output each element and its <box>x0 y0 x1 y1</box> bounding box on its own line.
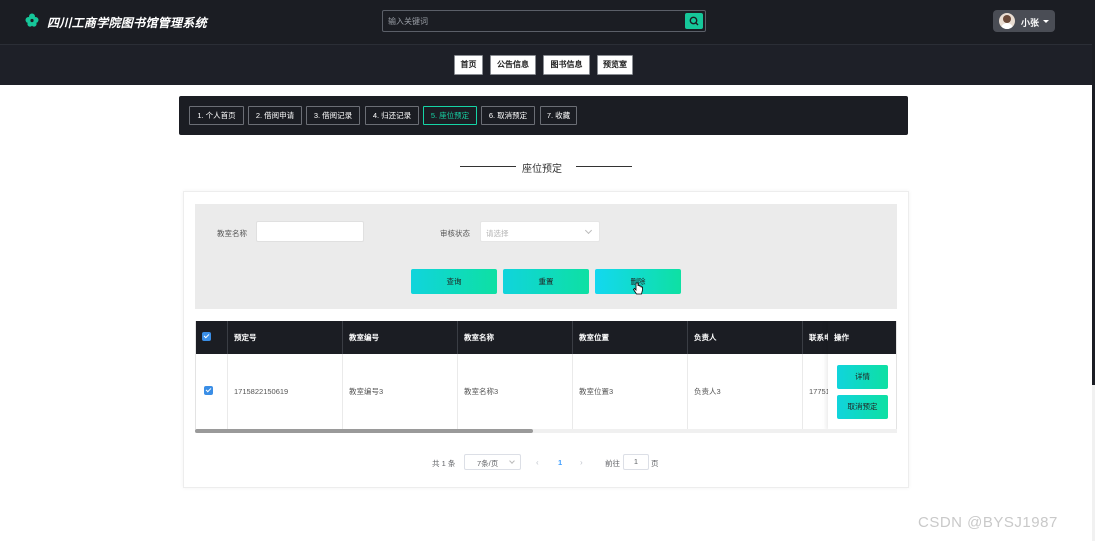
nav-home[interactable]: 首页 <box>454 55 483 75</box>
cell-classroom-name: 教室名称3 <box>458 354 573 430</box>
search-input[interactable] <box>385 13 681 29</box>
audit-status-select[interactable]: 请选择 <box>480 221 600 242</box>
table-header: 预定号 教室编号 教室名称 教室位置 负责人 联系电 <box>196 321 896 354</box>
page-title: 座位预定 <box>522 164 562 175</box>
user-menu[interactable]: 小张 <box>993 10 1055 32</box>
search-button[interactable] <box>685 13 703 29</box>
fixed-operations-column: 操作 详情 取消预定 <box>828 321 896 430</box>
nav-preview-room[interactable]: 预览室 <box>597 55 633 75</box>
tab-borrow-apply[interactable]: 2. 借阅申请 <box>248 106 302 125</box>
row-select-cell <box>196 354 228 430</box>
cancel-booking-button[interactable]: 取消预定 <box>837 395 888 419</box>
title-divider-left <box>460 166 516 167</box>
current-page[interactable]: 1 <box>558 458 562 467</box>
column-header-classroom-location[interactable]: 教室位置 <box>573 321 688 354</box>
next-page-icon[interactable]: › <box>580 458 583 467</box>
tab-cancel-booking[interactable]: 6. 取消预定 <box>481 106 535 125</box>
title-divider-right <box>576 166 632 167</box>
goto-page-input[interactable]: 1 <box>623 454 649 470</box>
app-root: 四川工商学院图书馆管理系统 小张 首页 公告信息 图书信息 预览室 1. 个人首… <box>0 0 1095 541</box>
user-center-menu: 1. 个人首页 2. 借阅申请 3. 借阅记录 4. 归还记录 5. 座位预定 … <box>179 96 908 135</box>
chevron-down-icon <box>584 226 593 235</box>
cell-classroom-no: 教室编号3 <box>343 354 458 430</box>
app-title: 四川工商学院图书馆管理系统 <box>47 16 207 30</box>
header-select-all-cell <box>196 321 228 354</box>
audit-status-placeholder: 请选择 <box>486 229 509 238</box>
nav-announcements[interactable]: 公告信息 <box>490 55 536 75</box>
query-button[interactable]: 查询 <box>411 269 497 294</box>
flower-logo-icon <box>25 13 39 27</box>
classroom-name-label: 教室名称 <box>217 229 247 238</box>
select-all-checkbox[interactable] <box>202 332 211 341</box>
tab-personal-home[interactable]: 1. 个人首页 <box>189 106 244 125</box>
hand-cursor-icon <box>633 282 643 295</box>
column-header-booking-no[interactable]: 预定号 <box>228 321 343 354</box>
pagination-total: 共 1 条 <box>432 459 456 468</box>
tab-borrow-records[interactable]: 3. 借阅记录 <box>306 106 360 125</box>
chevron-down-icon <box>509 458 515 464</box>
page-unit-label: 页 <box>651 459 659 468</box>
detail-button[interactable]: 详情 <box>837 365 888 389</box>
audit-status-label: 审核状态 <box>440 229 470 238</box>
cell-booking-no: 1715822150619 <box>228 354 343 430</box>
column-header-classroom-no[interactable]: 教室编号 <box>343 321 458 354</box>
cell-manager: 负责人3 <box>688 354 803 430</box>
table-horizontal-scrollbar[interactable] <box>195 429 897 433</box>
table-scrollbar-thumb[interactable] <box>195 429 533 433</box>
page-size-select[interactable]: 7条/页 <box>464 454 521 470</box>
watermark: CSDN @BYSJ1987 <box>918 514 1058 531</box>
page-size-value: 7条/页 <box>477 459 499 468</box>
top-header: 四川工商学院图书馆管理系统 小张 <box>0 0 1092 44</box>
table-row[interactable]: 1715822150619 教室编号3 教室名称3 教室位置3 负责人3 177… <box>196 354 896 430</box>
classroom-name-input[interactable] <box>256 221 364 242</box>
tab-seat-booking[interactable]: 5. 座位预定 <box>423 106 477 125</box>
tab-favorites[interactable]: 7. 收藏 <box>540 106 577 125</box>
row-checkbox[interactable] <box>204 386 213 395</box>
avatar <box>999 13 1015 29</box>
column-header-operations: 操作 <box>828 321 896 354</box>
cell-classroom-location: 教室位置3 <box>573 354 688 430</box>
search-icon <box>689 16 699 26</box>
caret-down-icon <box>1043 20 1049 23</box>
prev-page-icon[interactable]: ‹ <box>536 458 539 467</box>
nav-books[interactable]: 图书信息 <box>543 55 590 75</box>
user-name: 小张 <box>1021 18 1040 28</box>
booking-table: 预定号 教室编号 教室名称 教室位置 负责人 联系电 1715822150619… <box>195 321 897 431</box>
column-header-manager[interactable]: 负责人 <box>688 321 803 354</box>
goto-label: 前往 <box>605 459 620 468</box>
search-box <box>382 10 706 32</box>
reset-button[interactable]: 重置 <box>503 269 589 294</box>
main-nav: 首页 公告信息 图书信息 预览室 <box>0 44 1092 85</box>
tab-return-records[interactable]: 4. 归还记录 <box>365 106 419 125</box>
column-header-classroom-name[interactable]: 教室名称 <box>458 321 573 354</box>
